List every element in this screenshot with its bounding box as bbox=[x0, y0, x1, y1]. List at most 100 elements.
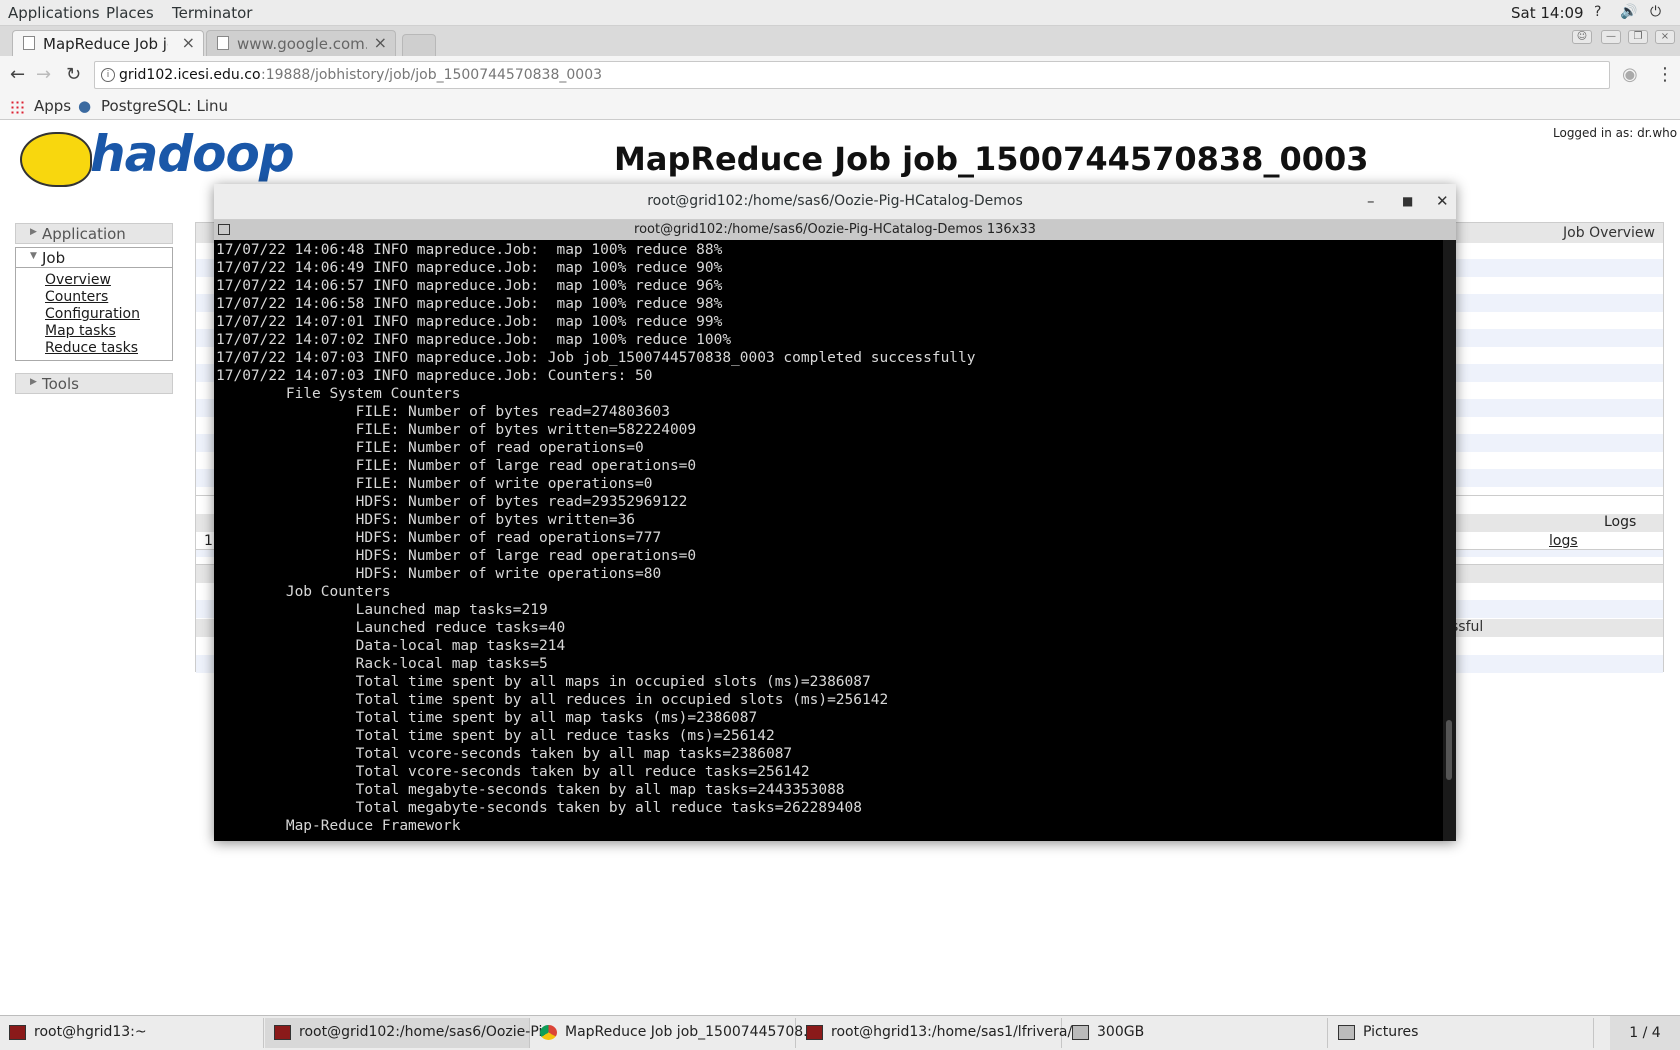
task-label: MapReduce Job job_15007445708... bbox=[565, 1024, 817, 1040]
terminal-line: Total time spent by all reduce tasks (ms… bbox=[216, 728, 775, 744]
terminal-line: Launched map tasks=219 bbox=[216, 602, 548, 618]
page-title: MapReduce Job job_1500744570838_0003 bbox=[614, 140, 1369, 178]
extension-icon[interactable]: ◉ bbox=[1622, 64, 1638, 85]
terminator-menu[interactable]: Terminator bbox=[172, 4, 252, 22]
task-root-hgrid13[interactable]: root@hgrid13:~ bbox=[0, 1018, 264, 1048]
terminal-line: FILE: Number of bytes read=274803603 bbox=[216, 404, 670, 420]
sidebar-tools[interactable]: ▶ Tools bbox=[15, 373, 173, 394]
task-label: root@hgrid13:/home/sas1/lfrivera/... bbox=[831, 1024, 1086, 1040]
terminal-icon bbox=[806, 1025, 823, 1040]
terminal-line: File System Counters bbox=[216, 386, 461, 402]
tab-title: www.google.com.co bbox=[237, 35, 367, 53]
attempt-number: 1 bbox=[204, 533, 213, 549]
chevron-right-icon: ▶ bbox=[30, 227, 37, 237]
chrome-icon bbox=[540, 1025, 557, 1040]
terminal-line: 17/07/22 14:06:58 INFO mapreduce.Job: ma… bbox=[216, 296, 723, 312]
address-bar[interactable]: i grid102.icesi.edu.co :19888/jobhistory… bbox=[94, 61, 1610, 89]
volume-icon[interactable]: 🔊 bbox=[1620, 4, 1637, 20]
workspace-indicator[interactable]: 1 / 4 bbox=[1610, 1016, 1680, 1050]
terminator-titlebar[interactable]: root@grid102:/home/sas6/Oozie-Pig-HCatal… bbox=[214, 184, 1456, 220]
disk-icon bbox=[1072, 1025, 1089, 1040]
close-icon[interactable]: ✕ bbox=[1436, 192, 1449, 210]
close-icon[interactable]: × bbox=[374, 33, 387, 52]
bookmark-apps[interactable]: Apps bbox=[34, 97, 71, 115]
close-icon[interactable]: × bbox=[182, 33, 195, 52]
link-configuration[interactable]: Configuration bbox=[45, 306, 172, 323]
places-menu[interactable]: Places bbox=[106, 4, 154, 22]
hadoop-elephant-logo bbox=[20, 132, 92, 187]
sidebar-job-label: Job bbox=[42, 249, 66, 267]
link-counters[interactable]: Counters bbox=[45, 289, 172, 306]
terminal-line: FILE: Number of bytes written=582224009 bbox=[216, 422, 697, 438]
terminal-line: FILE: Number of large read operations=0 bbox=[216, 458, 697, 474]
bookmarks-bar: Apps ● PostgreSQL: Linu bbox=[0, 94, 1680, 120]
link-overview[interactable]: Overview bbox=[45, 272, 172, 289]
terminal-output[interactable]: 17/07/22 14:06:48 INFO mapreduce.Job: ma… bbox=[214, 240, 1443, 841]
logs-header: Logs bbox=[1604, 514, 1637, 530]
terminal-line: 17/07/22 14:07:03 INFO mapreduce.Job: Co… bbox=[216, 368, 653, 384]
task-label: root@grid102:/home/sas6/Oozie-Pi... bbox=[299, 1024, 556, 1040]
browser-toolbar: ← → ↻ i grid102.icesi.edu.co :19888/jobh… bbox=[0, 56, 1680, 94]
apps-grid-icon[interactable] bbox=[10, 100, 24, 114]
minimize-icon[interactable]: – bbox=[1367, 192, 1375, 210]
reload-icon[interactable]: ↻ bbox=[66, 64, 81, 85]
terminal-line: Total vcore-seconds taken by all reduce … bbox=[216, 764, 810, 780]
task-root-hgrid13-lfrivera[interactable]: root@hgrid13:/home/sas1/lfrivera/... bbox=[797, 1018, 1086, 1048]
terminal-line: Total time spent by all reduces in occup… bbox=[216, 692, 889, 708]
logged-in-label: Logged in as: dr.who bbox=[1553, 126, 1678, 140]
back-icon[interactable]: ← bbox=[10, 64, 25, 85]
hadoop-logo-text: hadoop bbox=[90, 125, 295, 183]
window-list-taskbar: root@hgrid13:~ root@grid102:/home/sas6/O… bbox=[0, 1015, 1680, 1050]
url-host: grid102.icesi.edu.co bbox=[119, 67, 261, 83]
tab-google[interactable]: www.google.com.co × bbox=[206, 30, 396, 56]
task-label: root@hgrid13:~ bbox=[34, 1024, 147, 1040]
terminal-icon bbox=[9, 1025, 26, 1040]
terminator-window[interactable]: root@grid102:/home/sas6/Oozie-Pig-HCatal… bbox=[214, 184, 1456, 841]
elephant-icon: ● bbox=[78, 97, 92, 115]
close-window-icon[interactable]: × bbox=[1655, 30, 1675, 44]
terminal-line: HDFS: Number of write operations=80 bbox=[216, 566, 662, 582]
terminal-line: HDFS: Number of bytes read=29352969122 bbox=[216, 494, 688, 510]
info-icon[interactable]: i bbox=[101, 68, 115, 82]
logs-link[interactable]: logs bbox=[1549, 533, 1578, 549]
terminal-pane-titlebar: root@grid102:/home/sas6/Oozie-Pig-HCatal… bbox=[214, 220, 1456, 240]
terminal-line: Map-Reduce Framework bbox=[216, 818, 461, 834]
restore-icon[interactable]: ❐ bbox=[1628, 30, 1648, 44]
task-pictures[interactable]: Pictures bbox=[1329, 1018, 1594, 1048]
terminal-line: Total vcore-seconds taken by all map tas… bbox=[216, 746, 793, 762]
link-reduce-tasks[interactable]: Reduce tasks bbox=[45, 340, 172, 357]
url-path: :19888/jobhistory/job/job_1500744570838_… bbox=[261, 67, 603, 83]
task-chrome[interactable]: MapReduce Job job_15007445708... bbox=[531, 1018, 816, 1048]
link-map-tasks[interactable]: Map tasks bbox=[45, 323, 172, 340]
sidebar-application[interactable]: ▶ Application bbox=[15, 223, 173, 244]
task-root-grid102[interactable]: root@grid102:/home/sas6/Oozie-Pi... bbox=[265, 1018, 556, 1048]
terminal-pane-title: root@grid102:/home/sas6/Oozie-Pig-HCatal… bbox=[634, 222, 1036, 237]
task-300gb[interactable]: 300GB bbox=[1063, 1018, 1328, 1048]
bookmark-postgresql[interactable]: PostgreSQL: Linu bbox=[101, 97, 228, 115]
help-icon[interactable]: ? bbox=[1594, 4, 1601, 20]
forward-icon[interactable]: → bbox=[36, 64, 51, 85]
minimize-icon[interactable]: — bbox=[1601, 30, 1621, 44]
terminal-line: Total time spent by all maps in occupied… bbox=[216, 674, 871, 690]
maximize-icon[interactable]: ■ bbox=[1402, 194, 1413, 208]
clock[interactable]: Sat 14:09 bbox=[1511, 4, 1584, 22]
applications-menu[interactable]: Applications bbox=[8, 4, 100, 22]
terminal-line: 17/07/22 14:07:03 INFO mapreduce.Job: Jo… bbox=[216, 350, 976, 366]
terminal-line: HDFS: Number of large read operations=0 bbox=[216, 548, 697, 564]
profile-icon[interactable]: ☺ bbox=[1572, 30, 1592, 44]
sidebar-job-links: Overview Counters Configuration Map task… bbox=[15, 268, 173, 361]
folder-icon bbox=[1338, 1025, 1355, 1040]
terminal-line: FILE: Number of read operations=0 bbox=[216, 440, 644, 456]
menu-icon[interactable]: ⋮ bbox=[1656, 64, 1674, 85]
scrollbar-thumb[interactable] bbox=[1446, 720, 1452, 780]
terminal-line: Rack-local map tasks=5 bbox=[216, 656, 548, 672]
sidebar-job[interactable]: ▼ Job bbox=[15, 247, 173, 268]
power-icon[interactable]: ⏻ bbox=[1650, 4, 1661, 20]
terminal-scrollbar[interactable] bbox=[1443, 240, 1456, 841]
terminal-line: FILE: Number of write operations=0 bbox=[216, 476, 653, 492]
terminal-line: 17/07/22 14:07:02 INFO mapreduce.Job: ma… bbox=[216, 332, 732, 348]
gnome-top-bar: Applications Places Terminator Sat 14:09… bbox=[0, 0, 1680, 26]
tab-mapreduce-job[interactable]: MapReduce Job job_ × bbox=[12, 30, 204, 56]
new-tab-button[interactable] bbox=[402, 34, 436, 56]
page-icon bbox=[23, 36, 35, 50]
